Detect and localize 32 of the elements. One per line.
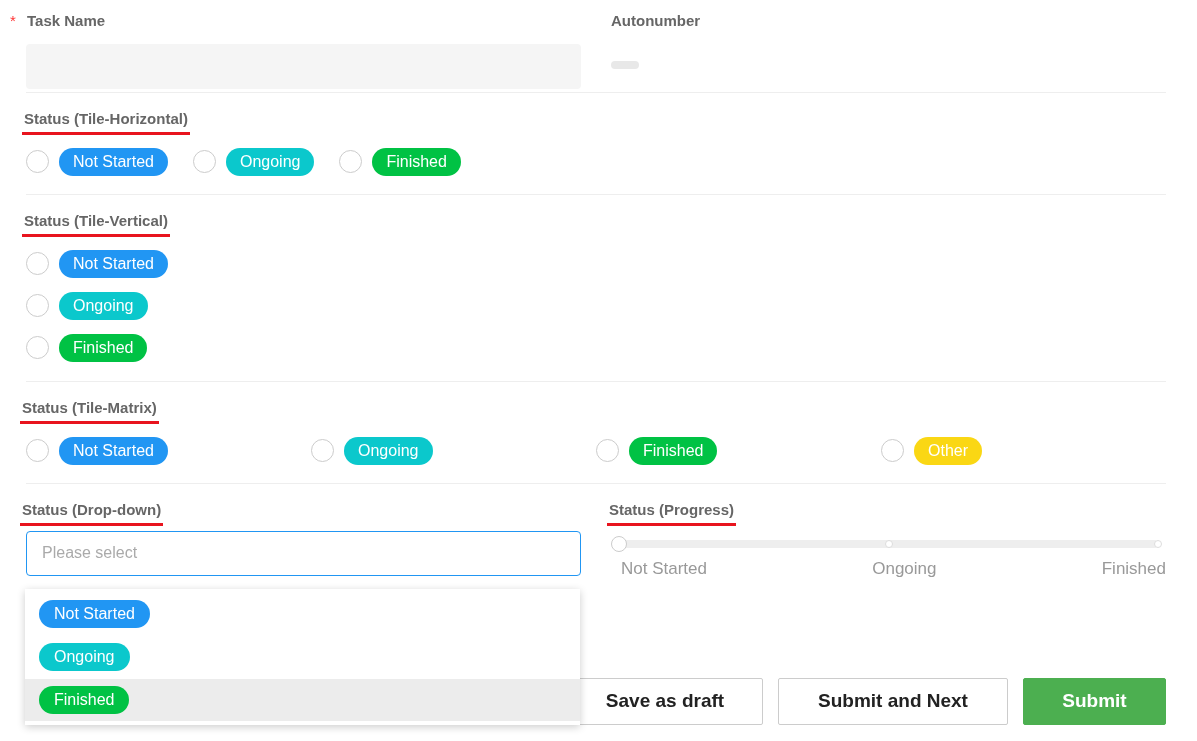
status-tag: Ongoing [344,436,433,465]
slider-stop-label: Finished [1101,557,1166,580]
status-tag: Other [914,436,982,465]
placeholder-text: Please select [42,543,138,563]
field-label: Status (Drop-down) [21,500,163,520]
form-button[interactable]: Submit [1023,678,1166,725]
field-label: Status (Progress) [608,500,736,520]
field-label: Task Name [27,11,107,31]
field-label: Status (Tile-Vertical) [23,211,169,231]
status-tag: Finished [39,686,130,714]
field-label: Status (Tile-Matrix) [21,398,158,418]
status-tag: Not Started [59,436,168,465]
dropdown-option[interactable]: Finished [25,679,580,721]
slider-stop-label: Ongoing [872,557,937,580]
status-tag: Not Started [39,600,150,628]
slider-stop-label: Not Started [621,557,707,580]
dropdown-option[interactable]: Ongoing [25,636,580,678]
status-tag: Not Started [59,249,168,278]
select-field[interactable]: Please select [26,530,581,576]
status-tag: Finished [59,333,148,362]
status-tag: Ongoing [225,147,315,176]
field-label: Autonumber [611,11,701,31]
status-tag: Ongoing [59,291,148,320]
status-tag: Not Started [59,147,168,176]
dropdown-option[interactable]: Not Started [25,593,580,635]
status-tag: Ongoing [39,643,130,671]
slider-thumb[interactable] [611,535,627,552]
status-tag: Finished [372,147,461,176]
form-button[interactable]: Submit and Next [778,678,1008,725]
field-label: Status (Tile-Horizontal) [23,109,189,129]
status-tag: Finished [629,436,718,465]
required-mark: * [10,11,16,31]
